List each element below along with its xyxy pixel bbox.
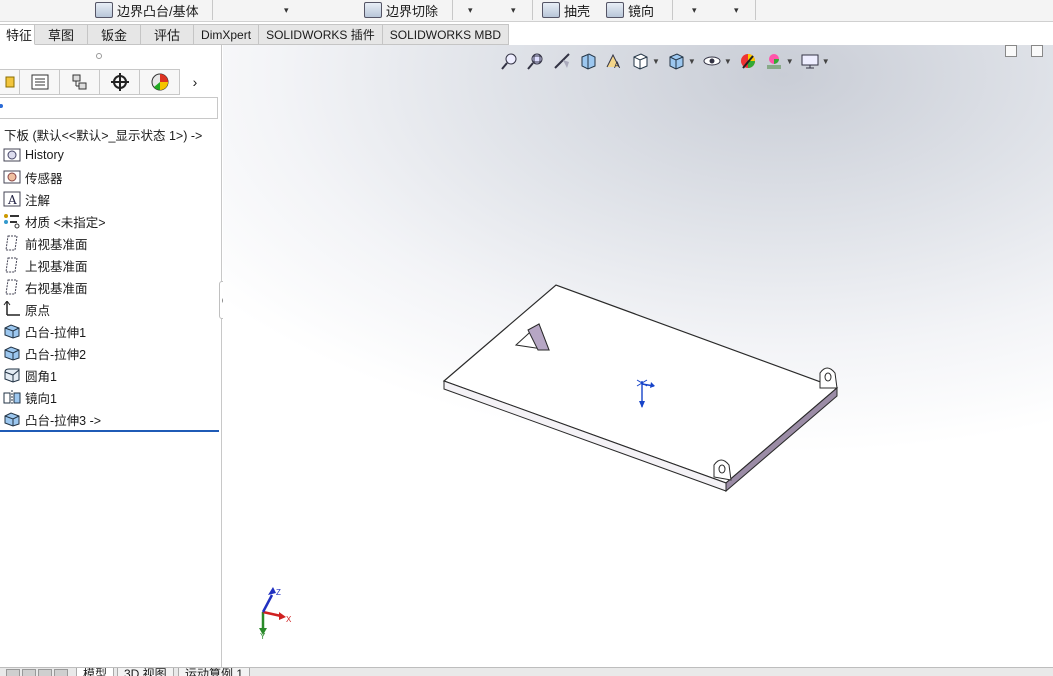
boundary-boss-button[interactable]: 边界凸台/基体 bbox=[95, 0, 199, 20]
tab-model[interactable]: 模型 bbox=[76, 668, 115, 676]
boundary-cut-button[interactable]: 边界切除 bbox=[364, 0, 438, 20]
feature-manager-tab[interactable] bbox=[0, 69, 20, 95]
part-model[interactable] bbox=[223, 45, 1053, 667]
tree-item-sensors[interactable]: 传感器 bbox=[3, 166, 219, 188]
sensor-icon bbox=[3, 169, 21, 185]
triad-y-label: Y bbox=[260, 632, 266, 641]
mirror-feature-icon bbox=[3, 389, 21, 405]
history-folder-icon bbox=[3, 147, 21, 163]
svg-text:A: A bbox=[7, 193, 17, 207]
plane-icon bbox=[3, 257, 21, 273]
chevron-down-icon[interactable]: ▾ bbox=[511, 5, 516, 16]
plane-icon bbox=[3, 235, 21, 251]
triad-x-label: X bbox=[286, 615, 292, 624]
chevron-right-icon[interactable]: › bbox=[180, 69, 210, 95]
plane-icon bbox=[3, 279, 21, 295]
annotation-icon: A bbox=[3, 191, 21, 207]
tab-features[interactable]: 特征 bbox=[0, 24, 35, 45]
command-manager-tabs: 特征 草图 钣金 评估 DimXpert SOLIDWORKS 插件 SOLID… bbox=[0, 24, 510, 45]
tab-sheet-metal[interactable]: 钣金 bbox=[88, 24, 142, 45]
tree-item-boss-extrude1[interactable]: 凸台-拉伸1 bbox=[3, 320, 219, 342]
tree-item-right-plane[interactable]: 右视基准面 bbox=[3, 276, 219, 298]
command-ribbon: 边界凸台/基体 ▾ 边界切除 ▾ ▾ 抽壳 镜向 ▾ ▾ bbox=[0, 0, 1053, 22]
display-manager-icon bbox=[151, 73, 168, 91]
dimxpert-manager-icon bbox=[110, 73, 129, 91]
shell-button[interactable]: 抽壳 bbox=[542, 0, 590, 20]
origin-icon bbox=[3, 301, 21, 317]
extrude-icon bbox=[3, 323, 21, 339]
tab-dimxpert[interactable]: DimXpert bbox=[194, 24, 260, 45]
property-manager-tab[interactable] bbox=[20, 69, 60, 95]
chevron-down-icon[interactable]: ▾ bbox=[284, 5, 289, 16]
boundary-boss-icon bbox=[95, 2, 113, 18]
graphics-viewport[interactable]: A ▼ ▼ ▼ ▼ ▼ X Y Z bbox=[223, 45, 1053, 667]
chevron-down-icon[interactable]: ▾ bbox=[468, 5, 473, 16]
feature-tree: History 传感器 A 注解 材质 <未指定> 前视基准面 上视基准面 右视… bbox=[3, 144, 219, 430]
tree-item-history[interactable]: History bbox=[3, 144, 219, 166]
tab-3d-views[interactable]: 3D 视图 bbox=[117, 668, 174, 676]
tree-filter-input[interactable] bbox=[0, 97, 218, 119]
mirror-icon bbox=[606, 2, 624, 18]
chevron-down-icon[interactable]: ▾ bbox=[734, 5, 739, 16]
mirror-button[interactable]: 镜向 bbox=[606, 0, 654, 20]
fillet-icon bbox=[3, 367, 21, 383]
tree-item-boss-extrude2[interactable]: 凸台-拉伸2 bbox=[3, 342, 219, 364]
tab-evaluate[interactable]: 评估 bbox=[141, 24, 195, 45]
bottom-tab-bar: 模型 3D 视图 运动算例 1 bbox=[0, 667, 1053, 676]
tree-item-top-plane[interactable]: 上视基准面 bbox=[3, 254, 219, 276]
boundary-cut-icon bbox=[364, 2, 382, 18]
tree-item-front-plane[interactable]: 前视基准面 bbox=[3, 232, 219, 254]
configuration-manager-icon bbox=[72, 74, 86, 90]
tree-item-fillet1[interactable]: 圆角1 bbox=[3, 364, 219, 386]
extrude-icon bbox=[3, 345, 21, 361]
display-manager-tab[interactable] bbox=[140, 69, 180, 95]
tab-motion-study[interactable]: 运动算例 1 bbox=[178, 668, 251, 676]
tab-solidworks-addins[interactable]: SOLIDWORKS 插件 bbox=[259, 24, 383, 45]
filter-icon bbox=[0, 104, 3, 108]
tree-item-material[interactable]: 材质 <未指定> bbox=[3, 210, 219, 232]
shell-icon bbox=[542, 2, 560, 18]
property-manager-icon bbox=[31, 74, 48, 90]
tab-sketch[interactable]: 草图 bbox=[35, 24, 89, 45]
material-icon bbox=[3, 213, 21, 229]
extrude-icon bbox=[3, 411, 21, 427]
tab-solidworks-mbd[interactable]: SOLIDWORKS MBD bbox=[382, 24, 510, 45]
feature-manager-panel: › 下板 (默认<<默认>_显示状态 1>) -> History 传感器 A … bbox=[0, 45, 222, 667]
tree-item-origin[interactable]: 原点 bbox=[3, 298, 219, 320]
panel-grip-icon[interactable] bbox=[96, 53, 102, 59]
tree-item-annotations[interactable]: A 注解 bbox=[3, 188, 219, 210]
dimxpert-manager-tab[interactable] bbox=[100, 69, 140, 95]
triad-z-label: Z bbox=[276, 588, 281, 597]
rollback-bar[interactable] bbox=[0, 430, 219, 432]
tree-item-mirror1[interactable]: 镜向1 bbox=[3, 386, 219, 408]
tab-scroll-arrows[interactable] bbox=[6, 669, 68, 676]
feature-manager-icon bbox=[5, 76, 14, 88]
tree-item-boss-extrude3[interactable]: 凸台-拉伸3 -> bbox=[3, 408, 219, 430]
manager-icon-row: › bbox=[0, 69, 220, 95]
chevron-down-icon[interactable]: ▾ bbox=[692, 5, 697, 16]
configuration-manager-tab[interactable] bbox=[60, 69, 100, 95]
tree-root-part[interactable]: 下板 (默认<<默认>_显示状态 1>) -> bbox=[4, 125, 202, 144]
